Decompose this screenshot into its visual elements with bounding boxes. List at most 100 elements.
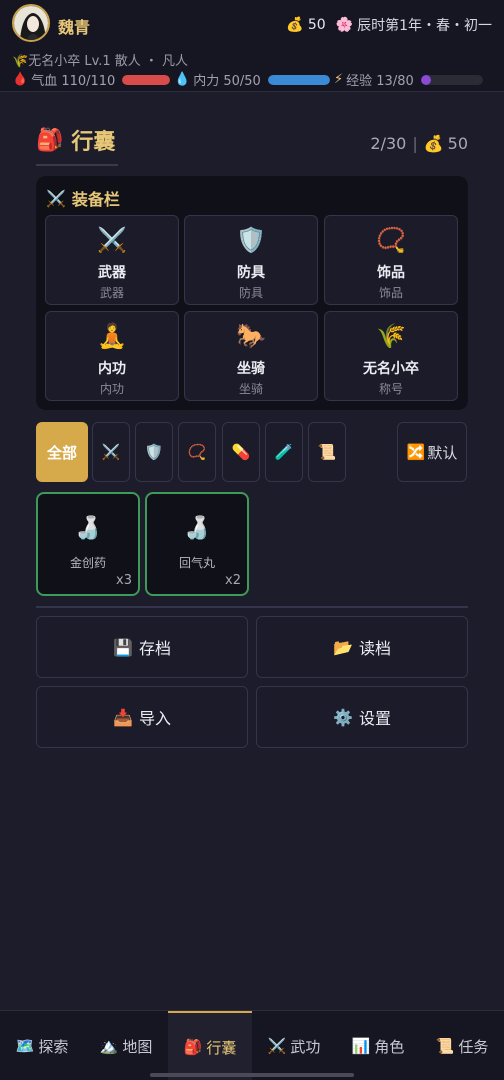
item-count: x3 bbox=[116, 573, 132, 588]
save-label: 存档 bbox=[138, 639, 171, 658]
nav-quests[interactable]: 📜 任务 bbox=[420, 1011, 504, 1080]
filter-armor[interactable]: 🛡️ bbox=[135, 422, 173, 482]
equip-slot-inner-art[interactable]: 🧘 内功 内功 bbox=[45, 311, 179, 401]
nav-label: 武功 bbox=[290, 1037, 321, 1056]
potion-jar-icon: 🍶 bbox=[183, 516, 211, 541]
mp-bar bbox=[267, 74, 330, 85]
filter-all[interactable]: 全部 bbox=[36, 422, 88, 482]
mp-bar-fill bbox=[267, 74, 330, 85]
filter-weapon[interactable]: ⚔️ bbox=[92, 422, 130, 482]
filter-scroll[interactable]: 📜 bbox=[308, 422, 346, 482]
backpack-icon: 🎒 bbox=[183, 1038, 203, 1056]
nav-label: 地图 bbox=[122, 1037, 153, 1056]
crossed-swords-icon: ⚔️ bbox=[46, 188, 66, 208]
inventory-title-text: 行囊 bbox=[71, 130, 116, 155]
inventory-gold: 50 bbox=[447, 134, 468, 153]
bottom-nav: 🗺️ 探索 🏔️ 地图 🎒 行囊 ⚔️ 武功 📊 角色 📜 任务 bbox=[0, 1010, 504, 1080]
nav-map[interactable]: 🏔️ 地图 bbox=[84, 1011, 168, 1080]
game-time: 辰时第1年・春・初一 bbox=[357, 18, 492, 34]
open-folder-icon: 📂 bbox=[333, 637, 353, 657]
slot-type: 内功 bbox=[99, 382, 124, 396]
exp-label: 经验 13/80 bbox=[346, 74, 414, 89]
filter-potion[interactable]: 🧪 bbox=[265, 422, 303, 482]
money-bag-icon: 💰 bbox=[423, 134, 444, 153]
gear-icon: ⚙️ bbox=[333, 707, 353, 727]
wheat-icon: 🌾 bbox=[376, 322, 406, 350]
sort-button[interactable]: 🔀 默认 bbox=[397, 422, 467, 482]
lightning-icon: ⚡ bbox=[334, 72, 344, 87]
import-button[interactable]: 📥 导入 bbox=[36, 686, 248, 748]
inventory-capacity: 2/30 | 💰 50 bbox=[370, 134, 468, 153]
equip-slot-title[interactable]: 🌾 无名小卒 称号 bbox=[324, 311, 458, 401]
equipment-title: ⚔️ 装备栏 bbox=[46, 186, 120, 210]
bar-chart-icon: 📊 bbox=[351, 1037, 371, 1055]
pill-icon: 💊 bbox=[231, 443, 251, 461]
blood-drop-icon: 🩸 bbox=[12, 72, 29, 87]
water-drop-icon: 💧 bbox=[174, 72, 191, 87]
divider bbox=[36, 606, 468, 608]
hp-label: 气血 110/110 bbox=[31, 74, 116, 89]
nav-label: 探索 bbox=[38, 1037, 69, 1056]
status-header: 魏青 💰 50 🌸 辰时第1年・春・初一 🌾无名小卒 Lv.1 散人 ・ 凡人 … bbox=[0, 0, 504, 92]
equip-slot-accessory[interactable]: 📿 饰品 饰品 bbox=[324, 215, 458, 305]
filter-accessory[interactable]: 📿 bbox=[178, 422, 216, 482]
inventory-title: 🎒 行囊 bbox=[36, 124, 115, 156]
slot-label: 内功 bbox=[98, 361, 126, 377]
home-indicator bbox=[150, 1073, 354, 1077]
filter-pill[interactable]: 💊 bbox=[222, 422, 260, 482]
shield-icon: 🛡️ bbox=[236, 226, 266, 254]
flower-icon: 🌸 bbox=[335, 17, 354, 33]
settings-label: 设置 bbox=[358, 709, 391, 728]
slot-label: 武器 bbox=[98, 265, 126, 281]
scroll-icon: 📜 bbox=[317, 443, 337, 461]
capacity-value: 2/30 bbox=[370, 134, 407, 153]
settings-button[interactable]: ⚙️ 设置 bbox=[256, 686, 468, 748]
load-button[interactable]: 📂 读档 bbox=[256, 616, 468, 678]
item-name: 回气丸 bbox=[178, 556, 215, 570]
money-bag-icon: 💰 bbox=[286, 17, 304, 33]
slot-type: 武器 bbox=[99, 286, 124, 300]
crossed-swords-icon: ⚔️ bbox=[267, 1037, 287, 1055]
load-label: 读档 bbox=[358, 639, 391, 658]
gold-amount: 50 bbox=[307, 17, 326, 33]
nav-inventory[interactable]: 🎒 行囊 bbox=[168, 1011, 252, 1080]
equip-slot-mount[interactable]: 🐎 坐骑 坐骑 bbox=[184, 311, 318, 401]
exp-bar-fill bbox=[420, 74, 431, 85]
crossed-swords-icon: ⚔️ bbox=[101, 443, 121, 461]
slot-type: 防具 bbox=[238, 286, 263, 300]
nav-character[interactable]: 📊 角色 bbox=[336, 1011, 420, 1080]
nav-martial-arts[interactable]: ⚔️ 武功 bbox=[252, 1011, 336, 1080]
hp-stat: 🩸 气血 110/110 bbox=[12, 70, 171, 89]
nav-explore[interactable]: 🗺️ 探索 bbox=[0, 1011, 84, 1080]
sort-label: 默认 bbox=[427, 443, 458, 462]
stats-row: 🩸 气血 110/110 💧 内力 50/50 ⚡ 经验 13/80 bbox=[12, 70, 496, 90]
wheat-icon: 🌾 bbox=[12, 54, 29, 69]
equip-slot-weapon[interactable]: ⚔️ 武器 武器 bbox=[45, 215, 179, 305]
floppy-disk-icon: 💾 bbox=[113, 637, 133, 657]
item-name: 金创药 bbox=[69, 556, 106, 570]
equipment-title-text: 装备栏 bbox=[71, 190, 120, 209]
inventory-item[interactable]: 🍶 回气丸 x2 bbox=[145, 492, 249, 596]
hp-bar bbox=[122, 74, 171, 85]
player-name: 魏青 bbox=[58, 18, 91, 37]
scroll-icon: 📜 bbox=[435, 1037, 455, 1055]
save-button[interactable]: 💾 存档 bbox=[36, 616, 248, 678]
inventory-title-row: 🎒 行囊 2/30 | 💰 50 bbox=[36, 120, 468, 166]
slot-type: 坐骑 bbox=[238, 382, 263, 396]
crossed-swords-icon: ⚔️ bbox=[97, 226, 127, 254]
slot-label: 防具 bbox=[237, 265, 265, 281]
test-tube-icon: 🧪 bbox=[274, 443, 294, 461]
mp-stat: 💧 内力 50/50 bbox=[174, 70, 330, 89]
equip-slot-armor[interactable]: 🛡️ 防具 防具 bbox=[184, 215, 318, 305]
top-status: 💰 50 🌸 辰时第1年・春・初一 bbox=[286, 15, 492, 35]
avatar[interactable] bbox=[12, 4, 50, 42]
equipment-panel: ⚔️ 装备栏 ⚔️ 武器 武器 🛡️ 防具 防具 📿 饰品 饰品 🧘 内功 内功… bbox=[36, 176, 468, 410]
backpack-icon: 🎒 bbox=[36, 127, 64, 153]
prayer-beads-icon: 📿 bbox=[376, 226, 406, 254]
nav-label: 任务 bbox=[458, 1037, 489, 1056]
mountain-icon: 🏔️ bbox=[99, 1037, 119, 1055]
inventory-item[interactable]: 🍶 金创药 x3 bbox=[36, 492, 140, 596]
import-label: 导入 bbox=[138, 709, 171, 728]
item-count: x2 bbox=[225, 573, 241, 588]
slot-label: 饰品 bbox=[377, 265, 405, 281]
